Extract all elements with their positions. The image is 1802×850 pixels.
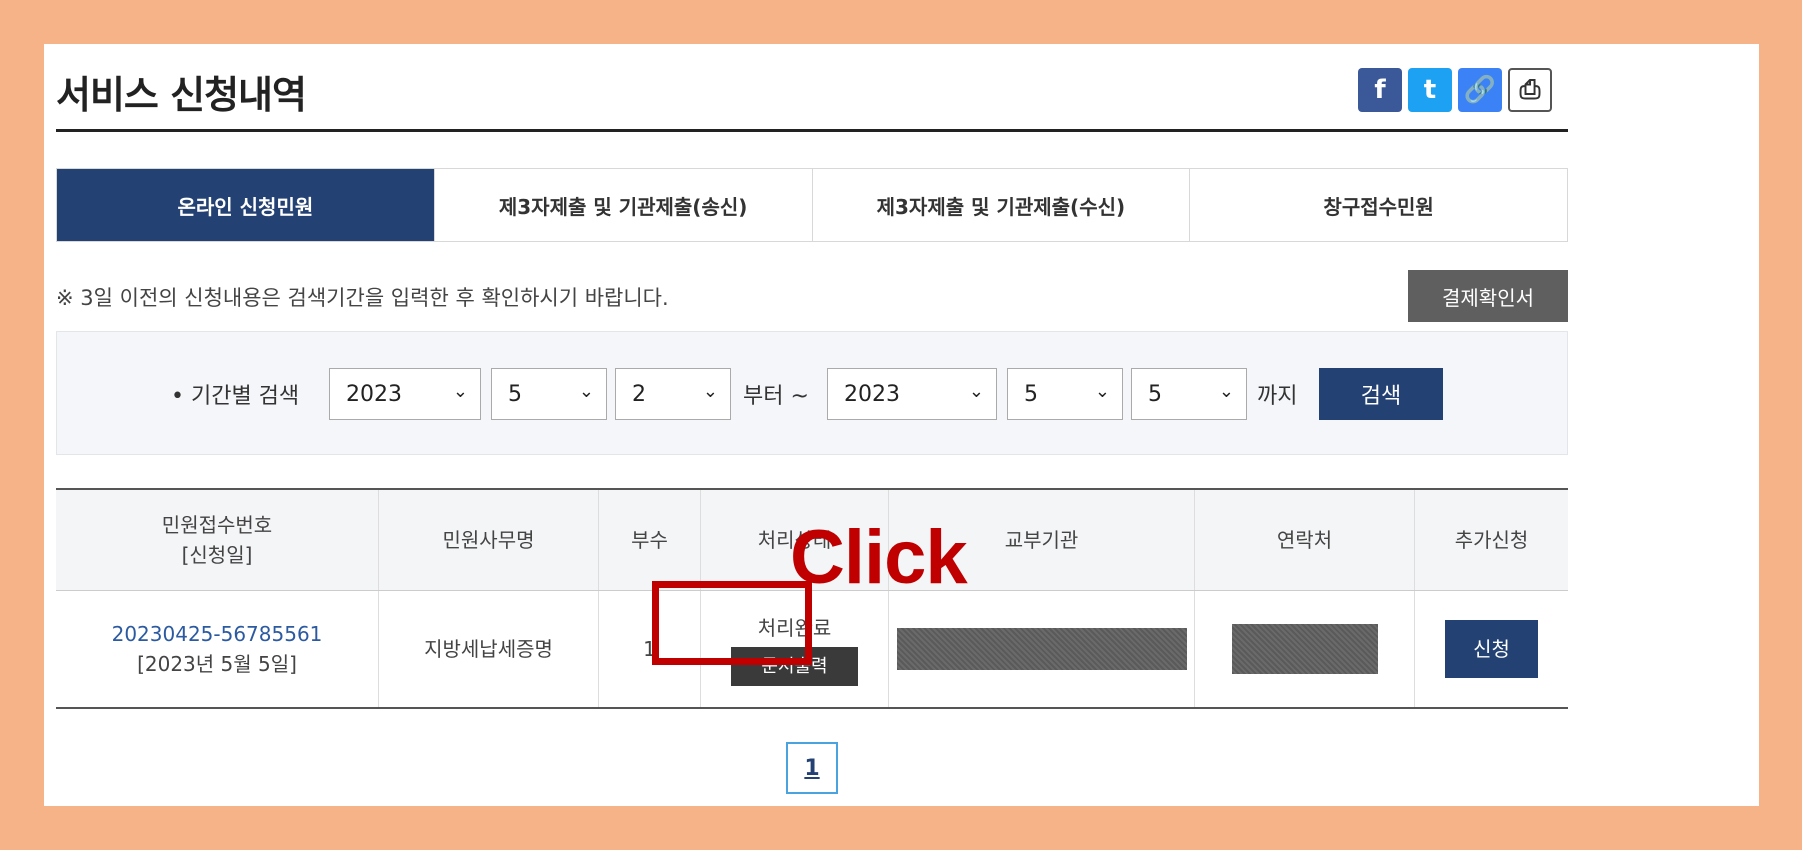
to-text: 까지 — [1257, 384, 1298, 409]
cell-receipt: 20230425-56785561 [2023년 5월 5일] — [56, 591, 378, 707]
share-bar: f t 🔗 ⎙ — [1358, 68, 1552, 112]
application-date: [2023년 5월 5일] — [137, 652, 297, 676]
page-title: 서비스 신청내역 — [56, 73, 307, 117]
content: 서비스 신청내역 f t 🔗 ⎙ 온라인 신청민원 제3자제출 및 기관제출(송… — [56, 44, 1568, 794]
tab-online-application[interactable]: 온라인 신청민원 — [57, 169, 434, 241]
cell-contact — [1194, 591, 1414, 707]
from-text: 부터 ~ — [743, 384, 809, 409]
tab-bar: 온라인 신청민원 제3자제출 및 기관제출(송신) 제3자제출 및 기관제출(수… — [56, 168, 1568, 242]
twitter-icon[interactable]: t — [1408, 68, 1452, 112]
to-day-select[interactable]: 5 ⌄ — [1131, 368, 1247, 420]
print-icon[interactable]: ⎙ — [1508, 68, 1552, 112]
cell-issuing-office — [888, 591, 1194, 707]
chevron-down-icon: ⌄ — [578, 381, 594, 402]
tab-third-party-received[interactable]: 제3자제출 및 기관제출(수신) — [811, 169, 1190, 241]
click-highlight-box — [652, 581, 812, 665]
header-receipt-no-label: 민원접수번호 — [161, 513, 273, 537]
notice-text: ※ 3일 이전의 신청내용은 검색기간을 입력한 후 확인하시기 바랍니다. — [56, 286, 669, 310]
to-day-value: 5 — [1148, 381, 1162, 407]
chevron-down-icon: ⌄ — [968, 381, 984, 402]
tab-counter-application[interactable]: 창구접수민원 — [1189, 169, 1567, 241]
chevron-down-icon: ⌄ — [452, 381, 468, 402]
link-icon[interactable]: 🔗 — [1458, 68, 1502, 112]
facebook-icon[interactable]: f — [1358, 68, 1402, 112]
tab-third-party-sent[interactable]: 제3자제출 및 기관제출(송신) — [433, 169, 812, 241]
payment-confirmation-button[interactable]: 결제확인서 — [1408, 270, 1568, 322]
apply-button[interactable]: 신청 — [1445, 620, 1538, 678]
from-month-value: 5 — [508, 381, 522, 407]
cell-service: 지방세납세증명 — [378, 591, 598, 707]
from-year-value: 2023 — [346, 381, 402, 407]
click-annotation: Click — [790, 515, 968, 600]
masked-contact — [1231, 624, 1378, 674]
chevron-down-icon: ⌄ — [1094, 381, 1110, 402]
search-button[interactable]: 검색 — [1319, 368, 1443, 420]
masked-issuing-office — [896, 628, 1187, 670]
from-year-select[interactable]: 2023 ⌄ — [329, 368, 481, 420]
cell-additional: 신청 — [1414, 591, 1568, 707]
page: 서비스 신청내역 f t 🔗 ⎙ 온라인 신청민원 제3자제출 및 기관제출(송… — [44, 44, 1759, 806]
header-contact: 연락처 — [1194, 490, 1414, 590]
header-additional: 추가신청 — [1414, 490, 1568, 590]
header-date-label: [신청일] — [181, 543, 253, 567]
page-1-link[interactable]: 1 — [786, 742, 838, 794]
from-day-select[interactable]: 2 ⌄ — [615, 368, 731, 420]
to-month-value: 5 — [1024, 381, 1038, 407]
to-month-select[interactable]: 5 ⌄ — [1007, 368, 1123, 420]
header-service: 민원사무명 — [378, 490, 598, 590]
from-month-select[interactable]: 5 ⌄ — [491, 368, 607, 420]
chevron-down-icon: ⌄ — [1218, 381, 1234, 402]
from-day-value: 2 — [632, 381, 646, 407]
to-year-select[interactable]: 2023 ⌄ — [827, 368, 997, 420]
search-label: • 기간별 검색 — [171, 384, 300, 409]
title-row: 서비스 신청내역 f t 🔗 ⎙ — [56, 44, 1568, 132]
header-receipt-no: 민원접수번호 [신청일] — [56, 490, 378, 590]
search-box: • 기간별 검색 2023 ⌄ 5 ⌄ 2 ⌄ 부터 ~ 2023 ⌄ 5 ⌄ 5 ⌄ 까지… — [56, 331, 1568, 455]
to-year-value: 2023 — [844, 381, 900, 407]
header-copies: 부수 — [598, 490, 700, 590]
chevron-down-icon: ⌄ — [702, 381, 718, 402]
table-row: 20230425-56785561 [2023년 5월 5일] 지방세납세증명 … — [56, 591, 1568, 707]
receipt-number-link[interactable]: 20230425-56785561 — [112, 619, 323, 649]
